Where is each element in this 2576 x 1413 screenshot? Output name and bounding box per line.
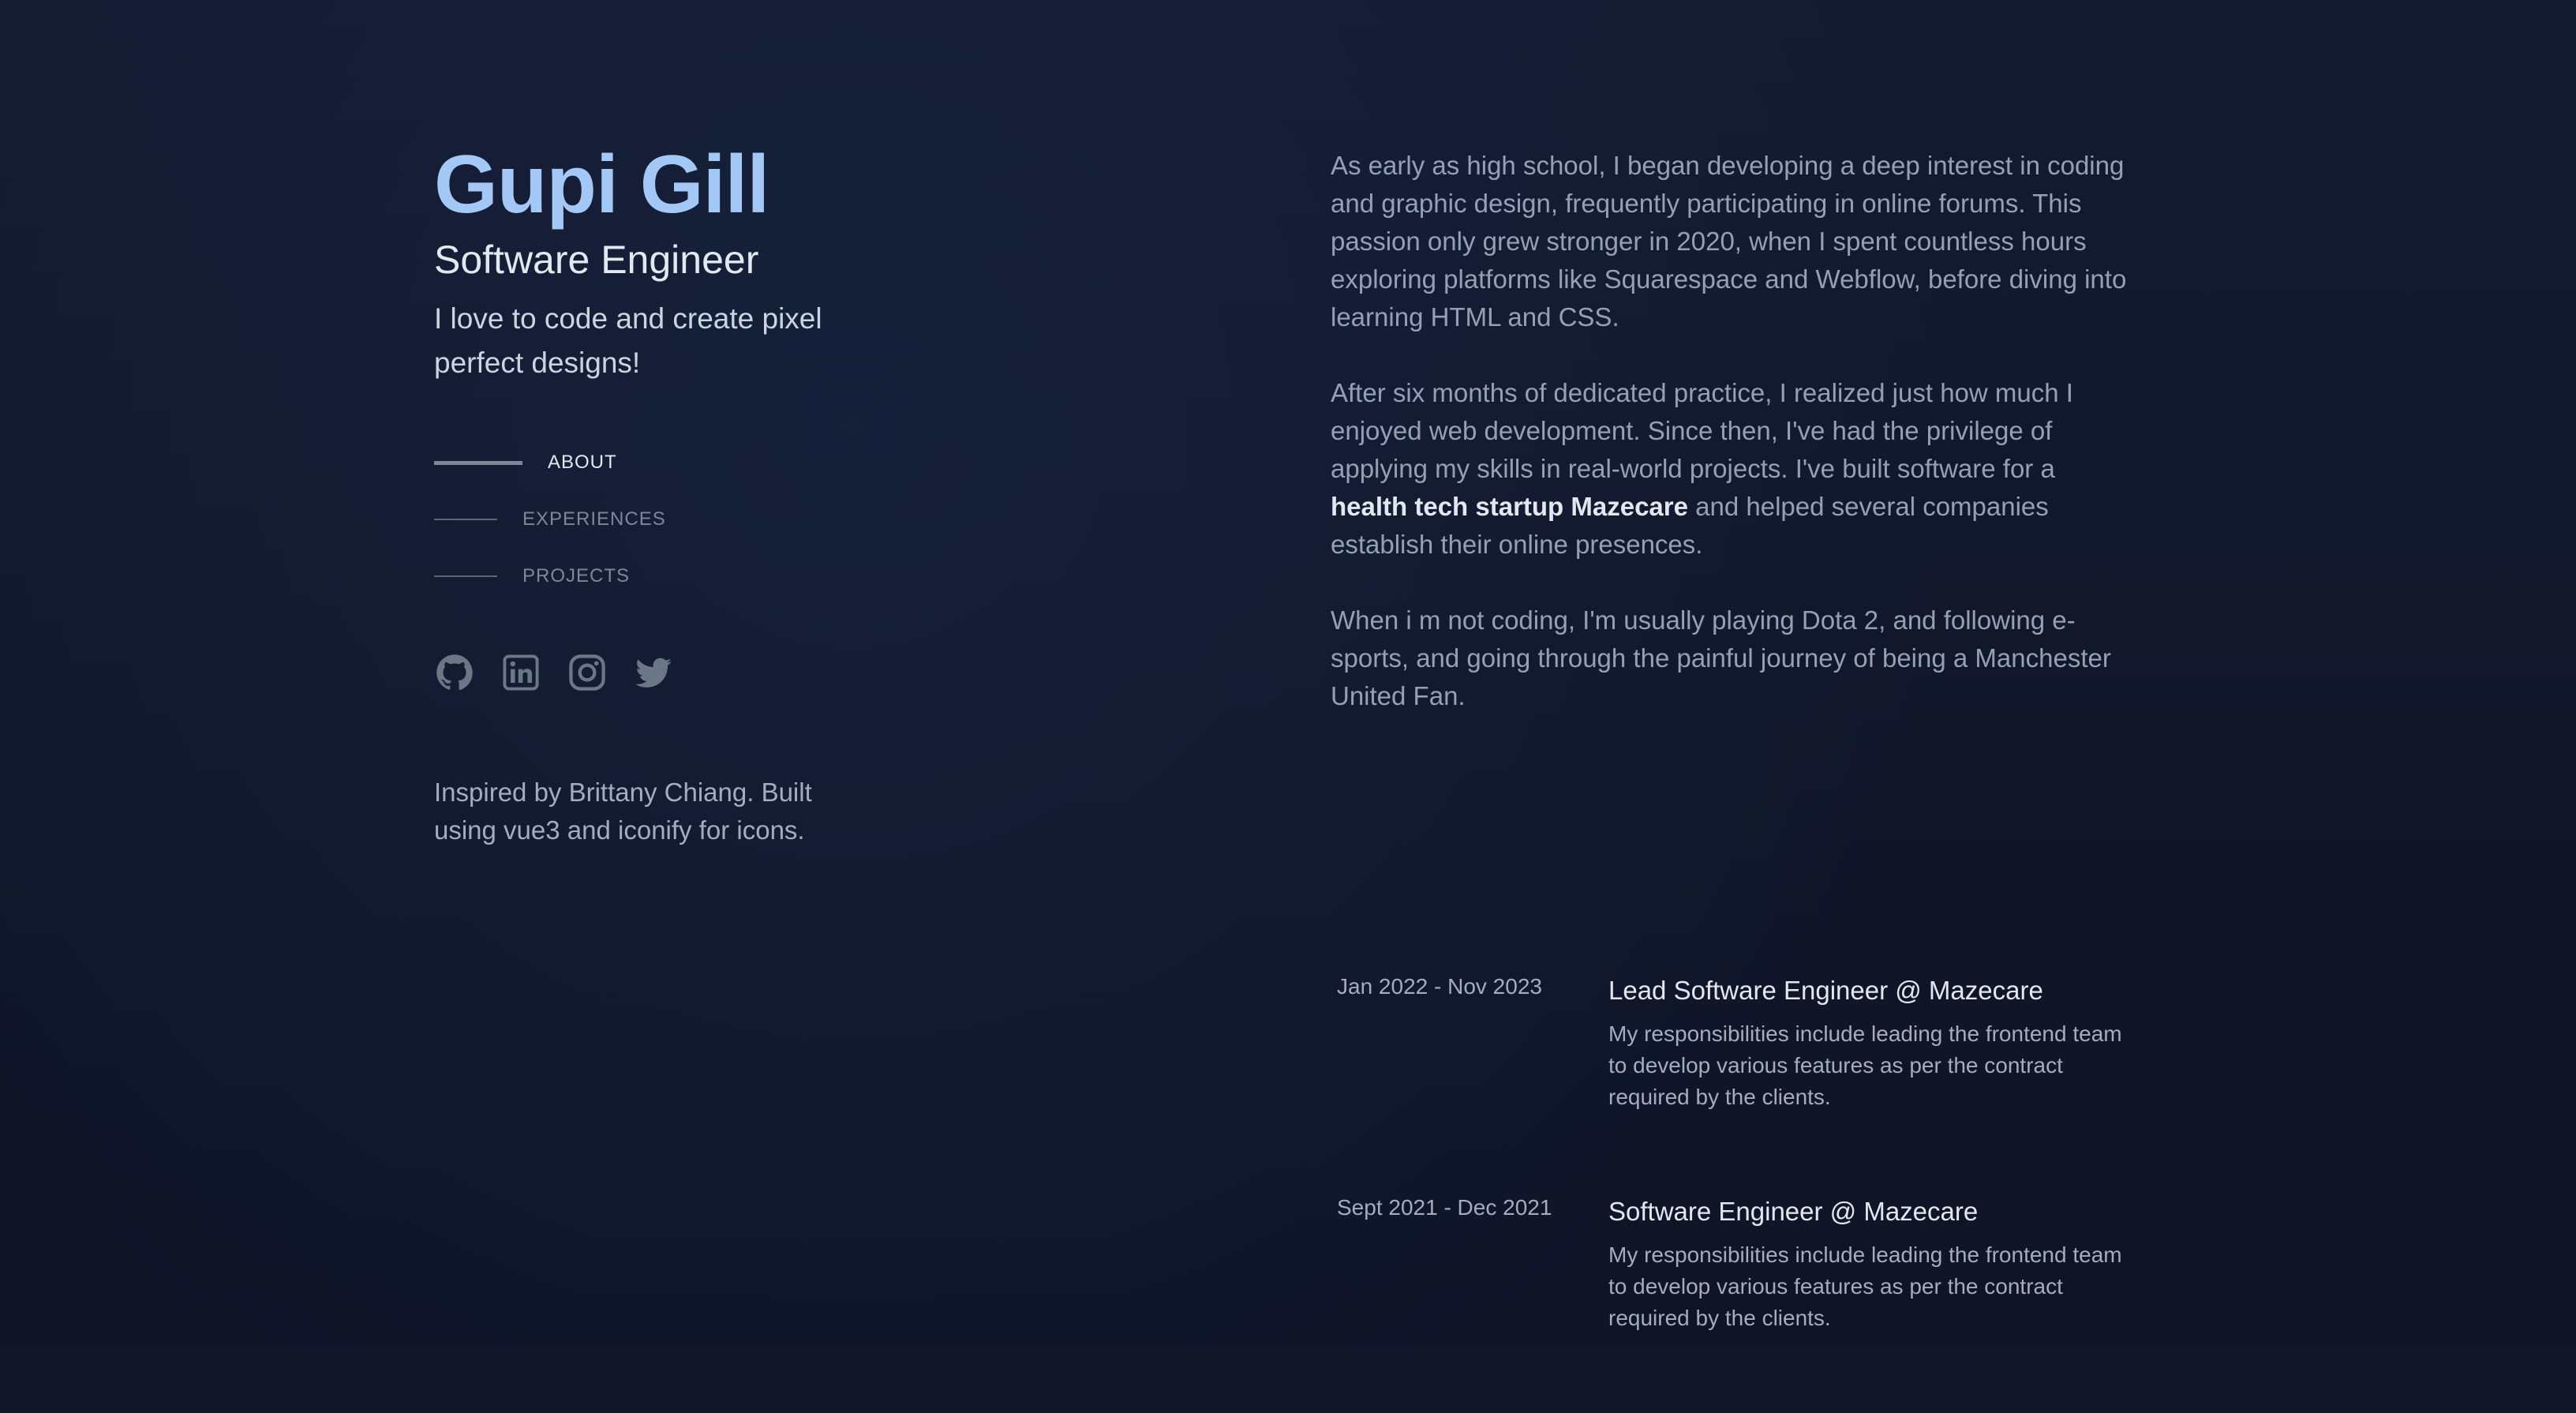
linkedin-icon (503, 654, 539, 691)
nav-indicator-line (434, 519, 497, 520)
profile-tagline: I love to code and create pixel perfect … (434, 302, 822, 379)
about-section: As early as high school, I began develop… (1331, 147, 2136, 753)
nav-label: ABOUT (548, 452, 617, 473)
experience-description: My responsibilities include leading the … (1608, 1021, 2122, 1109)
experience-body: Software Engineer @ Mazecare My responsi… (1608, 1192, 2145, 1334)
github-link[interactable] (434, 652, 475, 693)
experience-body: Lead Software Engineer @ Mazecare My res… (1608, 971, 2145, 1113)
about-highlight-mazecare: health tech startup Mazecare (1331, 492, 1688, 521)
linkedin-link[interactable] (500, 652, 541, 693)
twitter-icon (635, 658, 672, 688)
twitter-link[interactable] (633, 652, 674, 693)
site-credit: Inspired by Brittany Chiang. Built using… (434, 774, 844, 849)
nav-label: EXPERIENCES (522, 508, 666, 530)
profile-name: Gupi Gill (434, 139, 769, 231)
nav-indicator-line (434, 460, 522, 465)
about-paragraph-2-text-before: After six months of dedicated practice, … (1331, 378, 2073, 483)
experiences-section: Jan 2022 - Nov 2023 Lead Software Engine… (1331, 971, 2136, 1413)
profile-role: Software Engineer (434, 238, 759, 282)
experience-date: Sept 2021 - Dec 2021 (1337, 1195, 1552, 1220)
nav-label: PROJECTS (522, 565, 631, 587)
section-nav: ABOUT EXPERIENCES PROJECTS (434, 444, 666, 614)
about-paragraph-1: As early as high school, I began develop… (1331, 151, 2127, 332)
experience-title: Lead Software Engineer @ Mazecare (1608, 976, 2043, 1005)
experience-date: Jan 2022 - Nov 2023 (1337, 974, 1542, 999)
github-icon (436, 654, 473, 691)
nav-item-experiences[interactable]: EXPERIENCES (434, 500, 666, 538)
experience-title: Software Engineer @ Mazecare (1608, 1197, 1979, 1226)
nav-indicator-line (434, 575, 497, 577)
instagram-icon (569, 654, 605, 691)
credit-line-1: Inspired by Brittany Chiang. (434, 778, 754, 807)
nav-item-projects[interactable]: PROJECTS (434, 557, 666, 595)
about-paragraph-2: After six months of dedicated practice, … (1331, 374, 2136, 564)
social-links (434, 652, 674, 693)
instagram-link[interactable] (567, 652, 608, 693)
experience-item[interactable]: Jan 2022 - Nov 2023 Lead Software Engine… (1331, 971, 2136, 1113)
about-paragraph-3: When i m not coding, I'm usually playing… (1331, 605, 2111, 710)
page-background (0, 0, 2576, 1348)
nav-item-about[interactable]: ABOUT (434, 444, 666, 482)
experience-item[interactable]: Sept 2021 - Dec 2021 Software Engineer @… (1331, 1192, 2136, 1334)
profile-header: Gupi Gill Software Engineer I love to co… (434, 134, 876, 385)
experience-description: My responsibilities include leading the … (1608, 1242, 2122, 1330)
